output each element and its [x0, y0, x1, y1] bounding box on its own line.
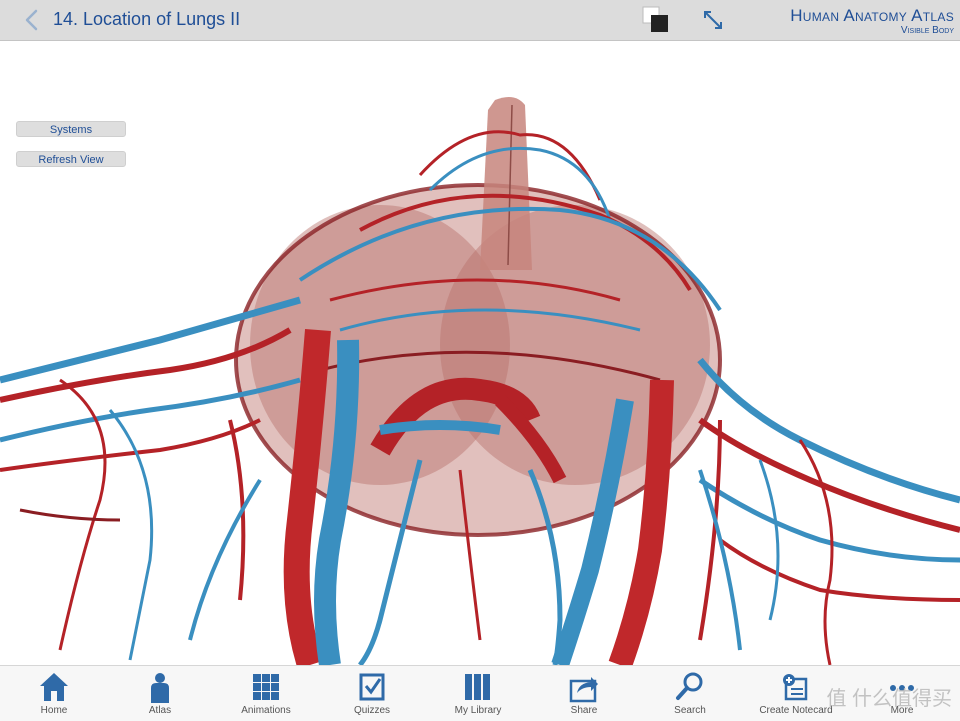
search-icon: [676, 672, 703, 700]
systems-button[interactable]: Systems: [16, 121, 126, 137]
home-icon: [40, 673, 68, 701]
brand-logo: Human Anatomy Atlas Visible Body: [790, 6, 954, 37]
tab-my-library-label: My Library: [454, 705, 502, 716]
refresh-view-button[interactable]: Refresh View: [16, 151, 126, 167]
bottom-tab-bar: Home Atlas Animations Quizzes My Library: [0, 665, 960, 721]
tab-atlas-label: Atlas: [148, 705, 172, 716]
anatomy-viewport[interactable]: [0, 41, 960, 665]
tab-search-label: Search: [674, 705, 706, 716]
expand-arrows-icon: [704, 11, 722, 29]
share-icon: [569, 677, 598, 703]
tab-quizzes-label: Quizzes: [353, 705, 391, 716]
tab-animations[interactable]: Animations: [216, 668, 316, 720]
tab-quizzes[interactable]: Quizzes: [322, 668, 422, 720]
tab-home-label: Home: [40, 705, 68, 716]
tab-share[interactable]: Share: [534, 668, 634, 720]
tab-search[interactable]: Search: [640, 668, 740, 720]
tab-my-library[interactable]: My Library: [428, 668, 528, 720]
brand-subtitle: Visible Body: [900, 25, 954, 36]
page-title: 14. Location of Lungs II: [53, 9, 241, 29]
brand-title: Human Anatomy Atlas: [790, 6, 954, 25]
tab-atlas[interactable]: Atlas: [110, 668, 210, 720]
grid-icon: [253, 674, 279, 700]
top-bar: 14. Location of Lungs II Human Anatomy A…: [0, 0, 960, 41]
lungs-vascular-model[interactable]: [0, 41, 960, 665]
tab-share-label: Share: [570, 705, 598, 716]
tab-animations-label: Animations: [241, 705, 291, 716]
fullscreen-button[interactable]: [699, 6, 727, 34]
chevron-left-icon: [25, 9, 38, 31]
layers-icon: [642, 6, 668, 32]
notecard-icon: [783, 674, 808, 701]
books-icon: [465, 674, 490, 700]
watermark: 值 什么值得买: [826, 688, 952, 710]
back-button[interactable]: [22, 8, 42, 32]
person-icon: [151, 673, 169, 703]
layers-toggle-button[interactable]: [642, 6, 670, 34]
tab-home[interactable]: Home: [4, 668, 104, 720]
checkbox-icon: [359, 673, 385, 701]
